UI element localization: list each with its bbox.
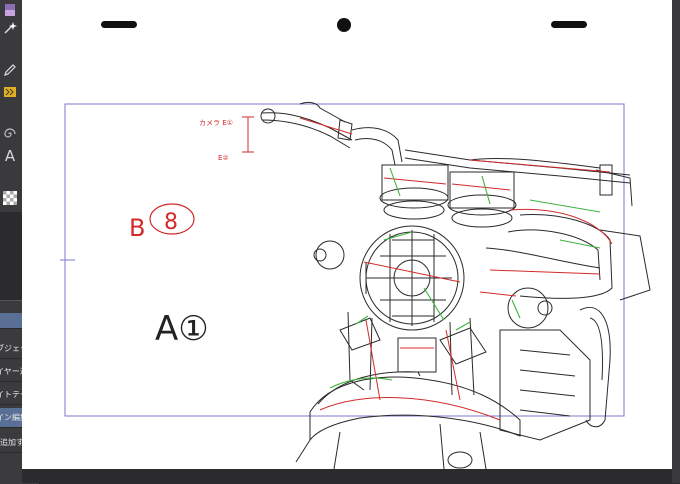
peg-hole-left [101, 21, 137, 28]
frame-guide [64, 103, 625, 417]
ruler-tool-icon[interactable] [0, 82, 20, 102]
text-tool-glyph: A [4, 147, 16, 165]
magic-wand-icon[interactable] [0, 18, 20, 38]
spiral-tool-icon[interactable] [0, 124, 20, 144]
bottom-edge-bar [22, 469, 672, 483]
tool-palette: A [0, 0, 23, 212]
annotation-cel-b: B [129, 214, 145, 242]
motorcycle-sketch [260, 101, 651, 469]
gradient-tool-icon[interactable] [0, 0, 20, 20]
drawing-canvas[interactable]: カメラ E① E② B 8 A① [22, 0, 672, 469]
timing-bracket [242, 116, 254, 153]
annotation-note-top: カメラ E① [199, 119, 233, 127]
annotation-note-end: E② [218, 154, 229, 162]
pen-icon[interactable] [0, 60, 20, 80]
text-tool-icon[interactable]: A [0, 146, 20, 166]
transparent-checker-icon[interactable] [0, 188, 20, 208]
peg-hole-right [551, 21, 587, 28]
peg-hole-center [337, 18, 351, 32]
annotation-cel-a: A① [155, 309, 209, 349]
right-edge-bar [672, 0, 680, 483]
annotation-cel-b-number: 8 [164, 210, 178, 235]
canvas-artwork: カメラ E① E② B 8 A① [60, 18, 651, 469]
